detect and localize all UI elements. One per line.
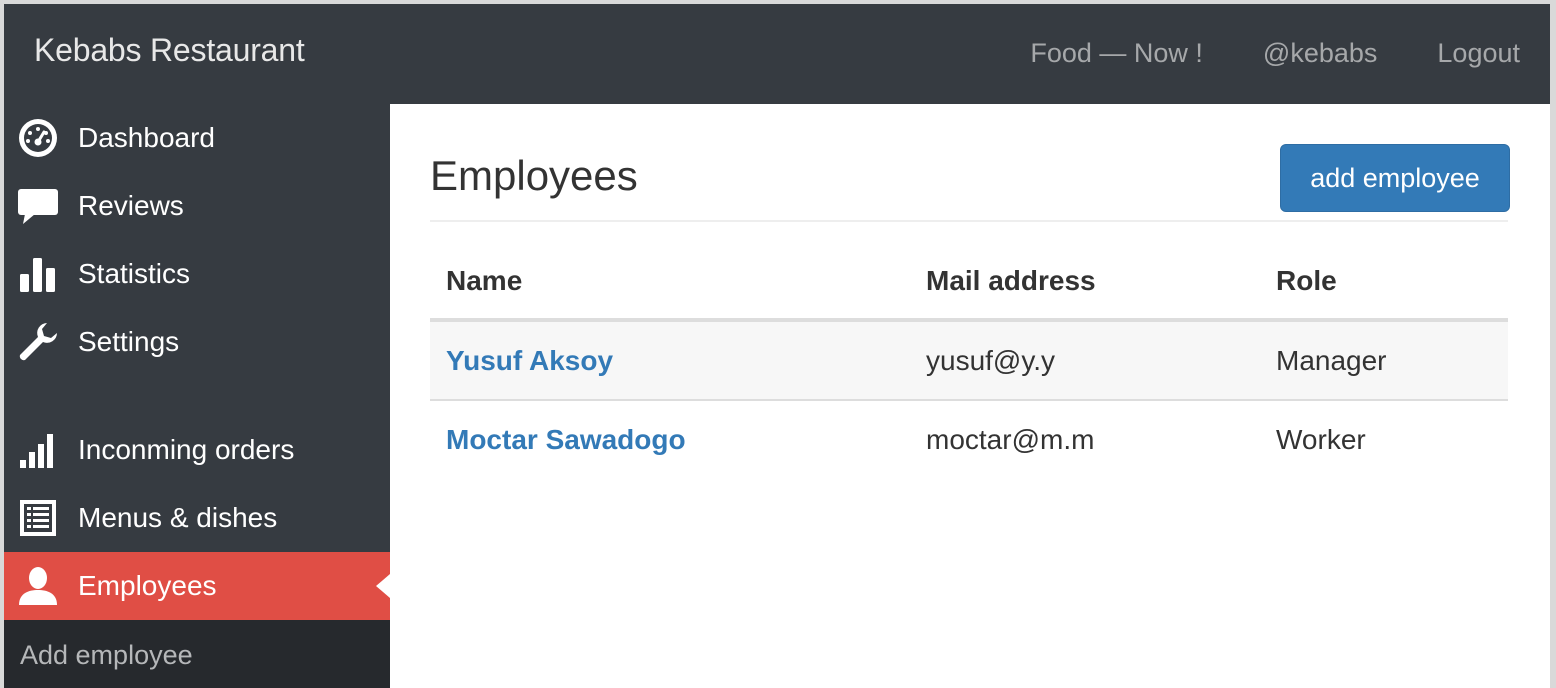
cell-name: Yusuf Aksoy (430, 320, 910, 401)
cell-name: Moctar Sawadogo (430, 400, 910, 478)
sidebar-item-label: Menus & dishes (78, 502, 278, 533)
wrench-icon (16, 320, 60, 364)
sidebar-item-incoming-orders[interactable]: Inconming orders (4, 416, 390, 484)
app-window: Kebabs Restaurant Food — Now ! @kebabs L… (4, 4, 1550, 688)
sidebar-item-label: Inconming orders (78, 434, 295, 465)
table-row: Moctar Sawadogo moctar@m.m Worker (430, 400, 1508, 478)
brand-title[interactable]: Kebabs Restaurant (34, 32, 305, 69)
bar-chart-icon (16, 252, 60, 296)
cell-mail: yusuf@y.y (910, 320, 1260, 401)
nav-link-food-now[interactable]: Food — Now ! (1030, 38, 1203, 69)
sidebar-item-label: Statistics (78, 258, 191, 289)
cell-mail: moctar@m.m (926, 423, 1095, 455)
sidebar-item-label: Employees (78, 570, 217, 601)
sidebar-item-label: Dashboard (78, 122, 215, 153)
sidebar-item-label: Settings (78, 326, 180, 357)
page-title: Employees (430, 152, 638, 199)
nav-link-account[interactable]: @kebabs (1263, 38, 1377, 69)
cell-role: Manager (1260, 320, 1508, 401)
sidebar-item-reviews[interactable]: Reviews (4, 172, 390, 240)
nav-link-logout[interactable]: Logout (1437, 38, 1520, 69)
list-icon (16, 496, 60, 540)
sidebar-subnav: Add employee (4, 620, 390, 688)
column-header-name: Name (430, 244, 910, 322)
subnav-add-employee[interactable]: Add employee (20, 640, 193, 671)
employee-link[interactable]: Yusuf Aksoy (446, 345, 613, 376)
dashboard-icon (16, 116, 60, 160)
cell-role: Worker (1276, 423, 1366, 455)
column-header-role: Role (1260, 244, 1508, 322)
comment-icon (16, 184, 60, 228)
add-employee-button[interactable]: add employee (1280, 144, 1510, 212)
column-header-mail: Mail address (910, 244, 1260, 322)
sidebar-item-employees[interactable]: Employees (4, 552, 390, 620)
sidebar: Dashboard Reviews Statistics Settings In… (4, 104, 390, 688)
sidebar-item-dashboard[interactable]: Dashboard (4, 104, 390, 172)
table-header-row: Name Mail address Role (430, 244, 1508, 322)
sidebar-item-label: Reviews (78, 190, 184, 221)
top-nav: Food — Now ! @kebabs Logout (1030, 38, 1520, 69)
signal-icon (16, 428, 60, 472)
table-row: Yusuf Aksoy yusuf@y.y Manager (430, 320, 1508, 401)
sidebar-item-statistics[interactable]: Statistics (4, 240, 390, 308)
main-content: Employees add employee Name Mail address… (390, 104, 1550, 688)
top-navbar: Kebabs Restaurant Food — Now ! @kebabs L… (4, 4, 1550, 104)
user-icon (16, 564, 60, 608)
employees-table: Name Mail address Role Yusuf Aksoy yusuf… (430, 244, 1508, 478)
divider (430, 220, 1508, 222)
sidebar-item-settings[interactable]: Settings (4, 308, 390, 376)
active-caret (376, 574, 390, 598)
sidebar-item-menus-dishes[interactable]: Menus & dishes (4, 484, 390, 552)
employee-link[interactable]: Moctar Sawadogo (446, 424, 686, 455)
